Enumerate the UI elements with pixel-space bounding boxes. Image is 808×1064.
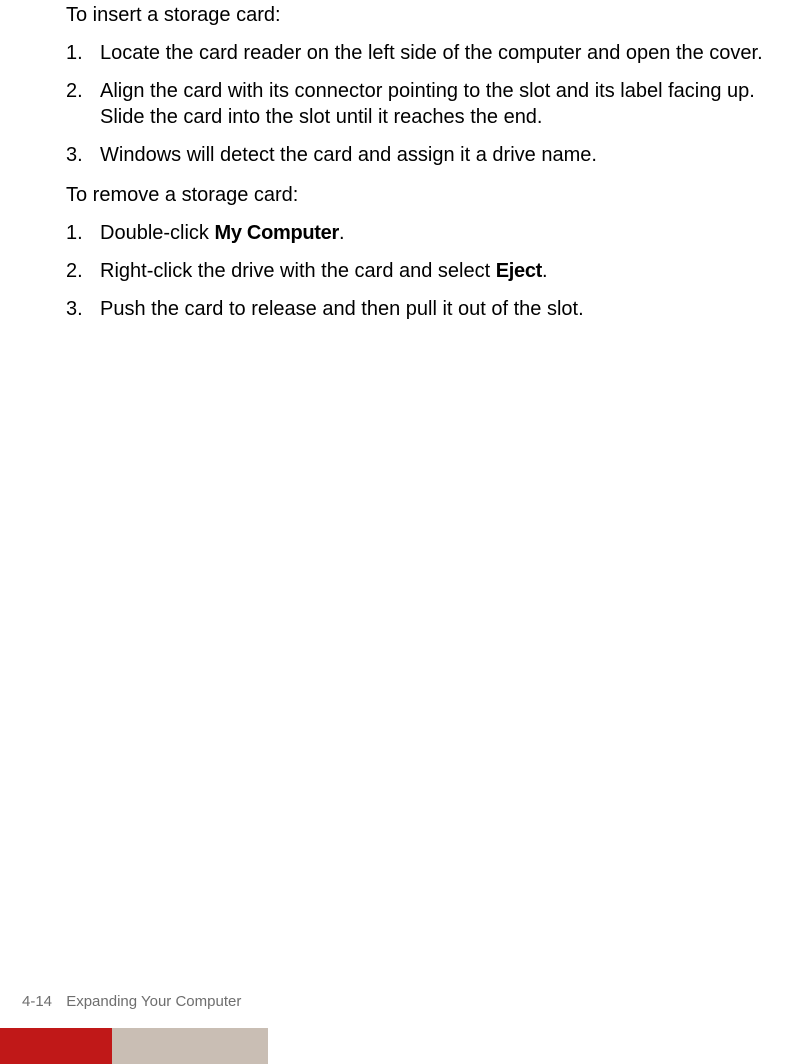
- remove-intro: To remove a storage card:: [66, 182, 798, 208]
- remove-step-1-pre: Double-click: [100, 222, 214, 244]
- remove-step-2: 2. Right-click the drive with the card a…: [66, 258, 798, 284]
- remove-step-2-post: .: [542, 260, 548, 282]
- my-computer-label: My Computer: [214, 222, 338, 244]
- insert-step-2: 2. Align the card with its connector poi…: [66, 78, 798, 130]
- remove-step-2-pre: Right-click the drive with the card and …: [100, 260, 496, 282]
- list-number: 3.: [66, 142, 83, 168]
- remove-steps-list: 1. Double-click My Computer. 2. Right-cl…: [66, 220, 798, 322]
- footer-bar-white: [268, 1028, 808, 1064]
- insert-step-3: 3. Windows will detect the card and assi…: [66, 142, 798, 168]
- remove-step-1-post: .: [339, 222, 345, 244]
- insert-step-2-text: Align the card with its connector pointi…: [100, 80, 755, 128]
- list-number: 3.: [66, 296, 83, 322]
- remove-step-1: 1. Double-click My Computer.: [66, 220, 798, 246]
- list-number: 1.: [66, 40, 83, 66]
- page-content: To insert a storage card: 1. Locate the …: [0, 2, 808, 322]
- footer-text: 4-14 Expanding Your Computer: [22, 993, 241, 1010]
- footer-bar-gray: [112, 1028, 268, 1064]
- remove-step-3-text: Push the card to release and then pull i…: [100, 298, 584, 320]
- insert-step-3-text: Windows will detect the card and assign …: [100, 144, 597, 166]
- eject-label: Eject: [496, 260, 542, 282]
- footer-bars: [0, 1028, 808, 1064]
- footer-bar-red: [0, 1028, 112, 1064]
- list-number: 1.: [66, 220, 83, 246]
- section-title: Expanding Your Computer: [66, 993, 241, 1010]
- page-number: 4-14: [22, 993, 52, 1010]
- insert-steps-list: 1. Locate the card reader on the left si…: [66, 40, 798, 168]
- insert-intro: To insert a storage card:: [66, 2, 798, 28]
- list-number: 2.: [66, 78, 83, 104]
- remove-step-3: 3. Push the card to release and then pul…: [66, 296, 798, 322]
- insert-step-1: 1. Locate the card reader on the left si…: [66, 40, 798, 66]
- list-number: 2.: [66, 258, 83, 284]
- insert-step-1-text: Locate the card reader on the left side …: [100, 42, 763, 64]
